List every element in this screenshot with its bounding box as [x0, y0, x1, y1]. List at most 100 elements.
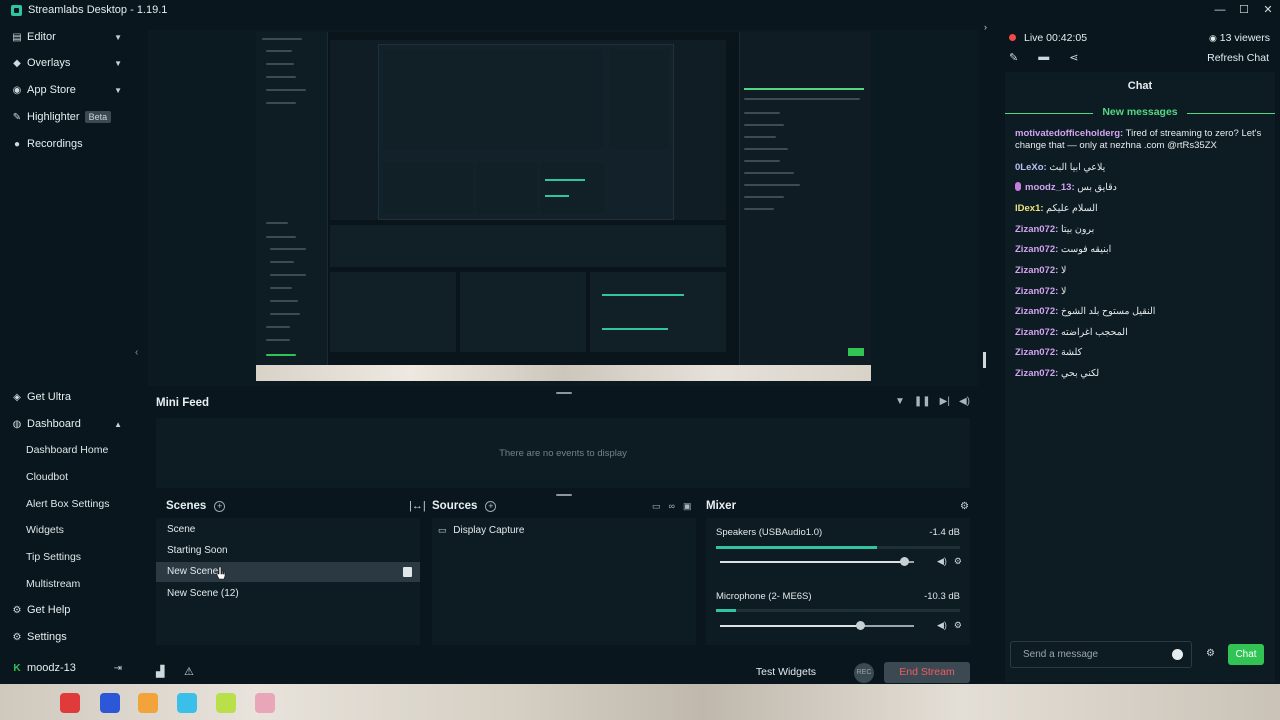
sidebar-item-multistream[interactable]: Multistream — [26, 575, 80, 593]
alert-icon[interactable]: ⚠ — [184, 665, 194, 678]
edit-icon[interactable]: ✎ — [1009, 51, 1018, 64]
preview-line — [266, 50, 292, 52]
volume-icon[interactable]: ◀) — [959, 396, 970, 407]
new-messages-bar[interactable]: New messages — [1005, 104, 1275, 122]
chat-text: النقيل مستوح بلد الشوخ — [1060, 306, 1156, 317]
add-folder-icon[interactable]: ▣ — [683, 501, 692, 512]
chat-user[interactable]: Zizan072: — [1015, 244, 1058, 255]
test-widgets-button[interactable]: Test Widgets — [756, 666, 816, 678]
slider-knob[interactable] — [900, 557, 910, 566]
performance-icon[interactable]: ▟ — [156, 665, 164, 678]
chat-user[interactable]: Zizan072: — [1015, 306, 1058, 317]
speaker-icon[interactable]: ◀) — [937, 620, 947, 631]
add-source-icon[interactable]: + — [485, 500, 497, 512]
gear-icon: ⚙ — [12, 631, 22, 643]
chevron-right-icon[interactable]: › — [984, 22, 987, 32]
sidebar-item-get-help[interactable]: ⚙ Get Help — [0, 599, 134, 621]
sidebar-item-get-ultra[interactable]: ◈ Get Ultra — [0, 386, 134, 408]
minimize-button[interactable]: — — [1208, 0, 1232, 20]
chat-user[interactable]: moodz_13: — [1025, 182, 1075, 193]
source-item[interactable]: ▭ Display Capture — [432, 520, 696, 540]
chat-user[interactable]: motivatedofficeholderg: — [1015, 128, 1123, 139]
add-scene-icon[interactable]: + — [214, 500, 226, 512]
sidebar-item-overlays[interactable]: ◆ Overlays ▼ — [0, 52, 134, 74]
scene-item[interactable]: Scene — [156, 520, 420, 540]
sidebar-item-user[interactable]: K moodz-13 ⇥ — [0, 657, 134, 679]
sidebar-item-recordings[interactable]: ● Recordings — [0, 133, 134, 155]
gear-icon[interactable]: ⚙ — [954, 556, 962, 567]
sidebar-item-editor[interactable]: ▤ Editor ▼ — [0, 26, 134, 48]
chat-user[interactable]: Zizan072: — [1015, 224, 1058, 235]
sidebar-item-alert-box-settings[interactable]: Alert Box Settings — [26, 495, 109, 513]
sidebar-item-settings[interactable]: ⚙ Settings — [0, 626, 134, 648]
collapse-sidebar-icon[interactable]: ‹ — [135, 347, 138, 358]
taskbar-app-icon[interactable] — [216, 693, 236, 713]
taskbar-app-icon[interactable] — [60, 693, 80, 713]
slider-knob[interactable] — [855, 621, 865, 630]
volume-slider[interactable] — [720, 557, 914, 566]
gear-icon[interactable]: ⚙ — [954, 620, 962, 631]
scene-transitions-icon[interactable]: |↔| — [409, 496, 426, 516]
preview-line — [266, 326, 290, 328]
preview-meter — [602, 328, 668, 330]
mixer-header: Mixer — [706, 496, 736, 516]
chat-user[interactable]: Zizan072: — [1015, 327, 1058, 338]
preview-line — [270, 248, 306, 250]
refresh-chat-button[interactable]: Refresh Chat — [1207, 52, 1269, 64]
emoji-icon[interactable] — [1172, 649, 1183, 660]
chat-user[interactable]: Zizan072: — [1015, 368, 1058, 379]
link-icon[interactable]: ∞ — [669, 501, 675, 511]
chat-message: motivatedofficeholderg: Tired of streami… — [1015, 128, 1270, 152]
end-stream-button[interactable]: End Stream — [884, 662, 970, 683]
taskbar-app-icon[interactable] — [255, 693, 275, 713]
taskbar-app-icon[interactable] — [177, 693, 197, 713]
sidebar-item-widgets[interactable]: Widgets — [26, 521, 64, 539]
preview-nested-sources — [460, 272, 586, 352]
logout-icon[interactable]: ⇥ — [114, 663, 122, 674]
share-icon[interactable]: ⋖ — [1069, 51, 1078, 64]
preview-nested-panel — [541, 163, 605, 213]
record-button[interactable]: REC — [854, 663, 874, 683]
sidebar-item-tip-settings[interactable]: Tip Settings — [26, 548, 81, 566]
chat-user[interactable]: lDex1: — [1015, 203, 1044, 214]
clapper-icon[interactable]: ▬ — [1038, 51, 1049, 64]
preview-line — [262, 38, 302, 40]
scene-item[interactable]: New Scene (12) — [156, 584, 420, 604]
maximize-button[interactable]: ☐ — [1232, 0, 1256, 20]
sidebar-item-dashboard-home[interactable]: Dashboard Home — [26, 441, 108, 459]
speaker-icon[interactable]: ◀) — [937, 556, 947, 567]
streamlabs-logo-icon — [11, 4, 22, 16]
preview-line — [744, 98, 860, 100]
chat-settings-icon[interactable]: ⚙ — [1206, 648, 1215, 659]
stream-preview[interactable] — [256, 32, 871, 381]
resize-handle[interactable] — [983, 352, 986, 368]
chat-user[interactable]: Zizan072: — [1015, 265, 1058, 276]
chat-message: moodz_13: دقايق بس — [1015, 182, 1270, 194]
chat-send-button[interactable]: Chat — [1228, 644, 1264, 665]
trash-icon[interactable] — [403, 567, 412, 577]
volume-slider[interactable] — [720, 621, 914, 630]
drag-handle[interactable] — [556, 494, 572, 496]
preview-meter — [545, 195, 569, 197]
sidebar-item-cloudbot[interactable]: Cloudbot — [26, 468, 68, 486]
folder-icon[interactable]: ▭ — [652, 501, 661, 512]
chevron-up-icon: ▲ — [114, 419, 122, 429]
chat-user[interactable]: 0LeXo: — [1015, 162, 1047, 173]
chat-message-input[interactable] — [1011, 642, 1161, 667]
pause-icon[interactable]: ❚❚ — [914, 396, 931, 407]
scene-item[interactable]: Starting Soon — [156, 541, 420, 561]
preview-line — [744, 208, 774, 210]
taskbar-app-icon[interactable] — [138, 693, 158, 713]
sidebar-item-dashboard[interactable]: ◍ Dashboard ▲ — [0, 413, 134, 435]
skip-icon[interactable]: ▶| — [940, 396, 950, 407]
chat-user[interactable]: Zizan072: — [1015, 286, 1058, 297]
chat-user[interactable]: Zizan072: — [1015, 347, 1058, 358]
close-button[interactable]: ✕ — [1256, 0, 1280, 20]
sidebar-item-highlighter[interactable]: ✎ Highlighter Beta — [0, 106, 134, 128]
mixer-settings-icon[interactable]: ⚙ — [960, 496, 969, 516]
help-icon: ⚙ — [12, 604, 22, 616]
scene-item-selected[interactable]: New Scene — [156, 562, 420, 582]
filter-icon[interactable]: ▼ — [895, 396, 905, 407]
taskbar-app-icon[interactable] — [100, 693, 120, 713]
sidebar-item-app-store[interactable]: ◉ App Store ▼ — [0, 79, 134, 101]
